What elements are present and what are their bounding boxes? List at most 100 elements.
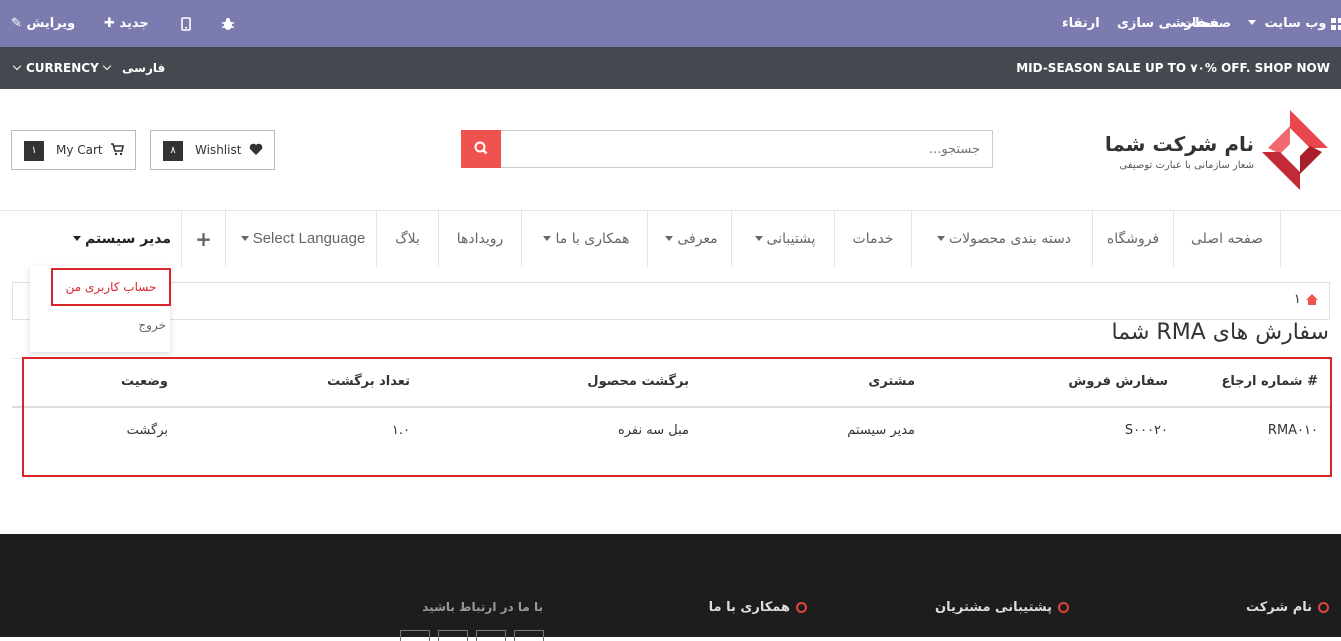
social-link-icon[interactable] <box>438 630 468 641</box>
upgrade-label: ارتقاء <box>1062 16 1100 31</box>
logo-mark-icon <box>1262 110 1328 190</box>
company-tagline: شعار سازمانی با عبارت توصیفی <box>1119 160 1254 171</box>
cell-quantity: ۱.۰ <box>391 423 410 438</box>
nav-label: رویدادها <box>456 231 504 247</box>
admin-bar: ✎ ویرایش ✚ جدید ارتقاء سفارشی سازی صفحات… <box>0 0 1341 47</box>
cart-count-badge: ۱ <box>24 141 44 161</box>
caret-down-icon <box>665 235 674 241</box>
heart-icon <box>249 143 263 155</box>
language-label: فارسی <box>122 61 166 75</box>
caret-down-icon <box>240 235 249 241</box>
col-header-quantity: تعداد برگشت <box>327 374 410 389</box>
main-nav: صفحه اصلی فروشگاه دسته بندی محصولات خدما… <box>0 210 1341 268</box>
nav-label: صفحه اصلی <box>1190 231 1264 247</box>
company-name: نام شرکت شما <box>1104 132 1254 156</box>
cart-label: My Cart <box>56 143 103 157</box>
currency-dropdown[interactable]: CURRENCY <box>8 47 99 89</box>
nav-label: فروشگاه <box>1106 231 1160 247</box>
caret-down-icon <box>72 235 81 241</box>
pages-label: صفحات <box>1182 16 1232 31</box>
user-name: مدیر سیستم <box>84 231 172 247</box>
nav-label: پشتیبانی <box>766 231 816 247</box>
breadcrumb-page: ۱ <box>1293 292 1301 307</box>
search-icon <box>474 141 488 155</box>
social-link-icon[interactable] <box>400 630 430 641</box>
wishlist-count-badge: ۸ <box>163 141 183 161</box>
nav-item-home[interactable]: صفحه اصلی <box>1173 211 1281 267</box>
debug-button[interactable] <box>221 0 235 47</box>
footer-heading-company: نام شرکت <box>1246 600 1329 615</box>
company-logo[interactable]: نام شرکت شما شعار سازمانی با عبارت توصیف… <box>1105 108 1330 192</box>
edit-button[interactable]: ✎ ویرایش <box>11 0 75 47</box>
mobile-preview-button[interactable] <box>181 0 191 47</box>
circle-bullet-icon <box>796 602 807 613</box>
nav-item-shop[interactable]: فروشگاه <box>1092 211 1173 267</box>
nav-item-careers[interactable]: همکاری با ما <box>521 211 647 267</box>
logout-link[interactable]: خروج <box>138 318 166 332</box>
sale-label: MID-SEASON SALE UP TO ۷۰% OFF. SHOP NOW <box>1016 61 1330 75</box>
breadcrumb: ۱ <box>12 282 1330 320</box>
my-account-label: حساب کاربری من <box>65 280 157 294</box>
cell-customer: مدیر سیستم <box>847 423 915 438</box>
upgrade-menu[interactable]: ارتقاء <box>1062 0 1100 47</box>
nav-label: خدمات <box>852 231 894 247</box>
wishlist-label: Wishlist <box>195 143 242 157</box>
nav-user-menu[interactable]: مدیر سیستم <box>59 211 181 267</box>
cell-status: برگشت <box>126 423 168 438</box>
footer <box>0 534 1341 637</box>
nav-label: بلاگ <box>395 231 420 247</box>
edit-label: ویرایش <box>26 16 76 31</box>
language-dropdown[interactable]: فارسی <box>98 47 165 89</box>
my-account-link[interactable]: حساب کاربری من <box>51 268 171 306</box>
nav-item-language[interactable]: Select Language <box>225 211 376 267</box>
caret-down-icon <box>754 235 763 241</box>
cart-icon <box>111 143 124 156</box>
nav-item-blog[interactable]: بلاگ <box>376 211 438 267</box>
nav-item-support[interactable]: پشتیبانی <box>731 211 834 267</box>
cart-button[interactable]: ۱ My Cart <box>11 130 136 170</box>
social-link-icon[interactable] <box>476 630 506 641</box>
chevron-down-icon <box>12 61 22 71</box>
plus-icon: ✚ <box>104 16 115 31</box>
footer-heading-label: پشتیبانی مشتریان <box>935 600 1052 615</box>
search-bar <box>461 130 993 168</box>
breadcrumb-home[interactable]: ۱ <box>1294 292 1319 307</box>
bug-icon <box>222 17 234 30</box>
footer-heading-label: با ما در ارتباط باشید <box>422 600 543 614</box>
circle-bullet-icon <box>1318 602 1329 613</box>
col-header-sale-order: سفارش فروش <box>1068 374 1168 389</box>
footer-heading-label: همکاری با ما <box>708 600 790 615</box>
nav-label: معرفی <box>677 231 718 247</box>
cell-product: مبل سه نفره <box>617 423 689 438</box>
website-menu[interactable]: وب سایت <box>1244 0 1341 47</box>
chevron-down-icon <box>102 61 112 71</box>
nav-item-events[interactable]: رویدادها <box>438 211 521 267</box>
sale-link[interactable]: MID-SEASON SALE UP TO ۷۰% OFF. SHOP NOW <box>1016 47 1330 89</box>
nav-add-button[interactable]: + <box>181 211 225 267</box>
plus-icon: + <box>195 227 212 251</box>
caret-down-icon <box>936 235 945 241</box>
nav-item-services[interactable]: خدمات <box>834 211 911 267</box>
footer-heading-label: نام شرکت <box>1245 600 1312 615</box>
col-header-reference: # شماره ارجاع <box>1221 374 1318 389</box>
nav-item-about[interactable]: معرفی <box>647 211 731 267</box>
home-icon <box>1306 294 1318 305</box>
cell-sale-order[interactable]: S۰۰۰۲۰ <box>1125 423 1168 438</box>
footer-heading-careers: همکاری با ما <box>709 600 807 615</box>
search-button[interactable] <box>461 130 501 168</box>
mobile-icon <box>181 16 191 31</box>
wishlist-button[interactable]: ۸ Wishlist <box>150 130 275 170</box>
social-link-icon[interactable] <box>514 630 544 641</box>
footer-heading-contact: با ما در ارتباط باشید <box>422 600 543 614</box>
caret-down-icon <box>1248 20 1256 25</box>
nav-label: Select Language <box>252 230 366 247</box>
pencil-icon: ✎ <box>11 16 22 31</box>
promo-bar: CURRENCY فارسی MID-SEASON SALE UP TO ۷۰%… <box>0 47 1341 89</box>
new-button[interactable]: ✚ جدید <box>104 0 149 47</box>
pages-menu[interactable]: صفحات <box>1182 0 1231 47</box>
col-header-status: وضعیت <box>120 374 168 389</box>
cell-reference[interactable]: RMA۰۱۰ <box>1268 423 1318 438</box>
nav-item-categories[interactable]: دسته بندی محصولات <box>911 211 1092 267</box>
col-header-customer: مشتری <box>868 374 915 389</box>
search-input[interactable] <box>501 130 993 168</box>
